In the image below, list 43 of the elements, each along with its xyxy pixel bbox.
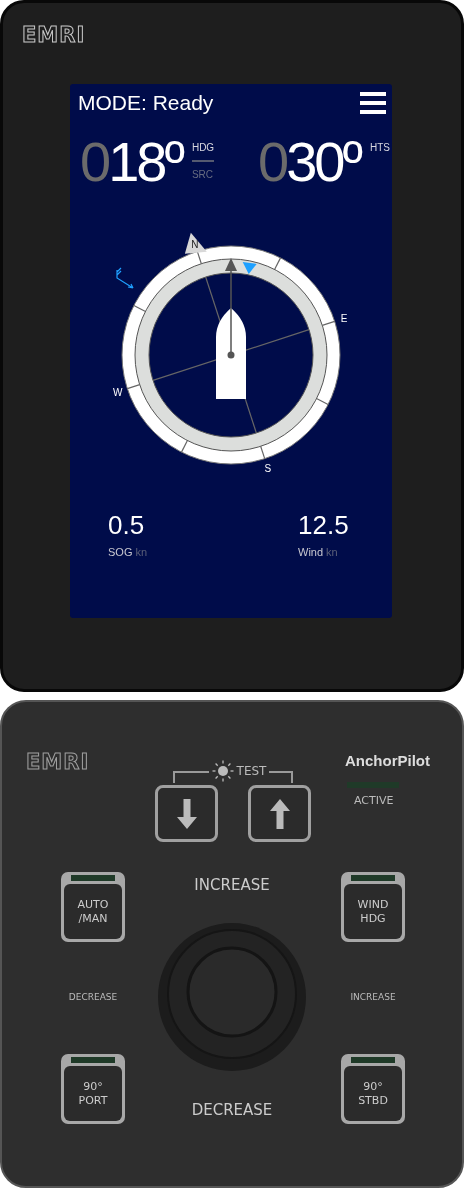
up-arrow-button[interactable] <box>248 785 311 842</box>
knob-label: INCREASE <box>194 876 270 894</box>
brand-logo: EMRI <box>22 25 86 45</box>
mode-button[interactable]: 90° STBD <box>341 1054 405 1124</box>
bracket-line <box>269 771 294 783</box>
cardinal-label: E <box>340 313 348 325</box>
readout-label: SOG <box>108 546 133 558</box>
arrow-down-icon <box>176 798 197 829</box>
heading-label: HTS <box>369 142 390 154</box>
mode-button[interactable]: 90° PORT <box>61 1054 125 1124</box>
mode-button[interactable]: WIND HDG <box>341 872 405 942</box>
knob-label: DECREASE <box>68 992 118 1002</box>
brand-logo: EMRI <box>26 752 90 772</box>
bracket-line <box>172 771 209 783</box>
menu-button[interactable] <box>360 92 386 114</box>
boat-icon <box>216 308 246 399</box>
mode-status: MODE: Ready <box>78 91 214 115</box>
cardinal-label: N <box>191 238 199 250</box>
readout-unit: kn <box>326 546 338 558</box>
readout-label: Wind <box>298 546 324 558</box>
readout-value: 12.5 <box>298 510 349 540</box>
heading-value: 030º <box>258 134 360 190</box>
menu-icon <box>360 92 386 114</box>
cardinal-label: W <box>113 386 123 398</box>
wind-marker-icon <box>242 261 257 274</box>
readout-unit: kn <box>135 546 148 558</box>
wind-arrow-icon <box>116 267 134 289</box>
down-arrow-button[interactable] <box>155 785 218 842</box>
test-label: TEST <box>236 764 267 778</box>
heading-value: 018º <box>80 134 182 190</box>
heading-label: HDG <box>191 142 215 154</box>
product-name: AnchorPilot <box>345 752 430 770</box>
mode-button[interactable]: AUTO /MAN <box>61 872 125 942</box>
arrow-up-icon <box>269 798 290 829</box>
cardinal-label: S <box>264 463 272 475</box>
status-label: ACTIVE <box>354 794 394 807</box>
knob-label: DECREASE <box>191 1101 273 1119</box>
readout-value: 0.5 <box>108 510 145 540</box>
heading-label: SRC <box>191 169 215 181</box>
heading-pointer-icon <box>225 258 237 359</box>
sun-icon <box>211 760 234 782</box>
knob-label: INCREASE <box>350 992 396 1002</box>
north-marker-icon <box>184 232 207 254</box>
